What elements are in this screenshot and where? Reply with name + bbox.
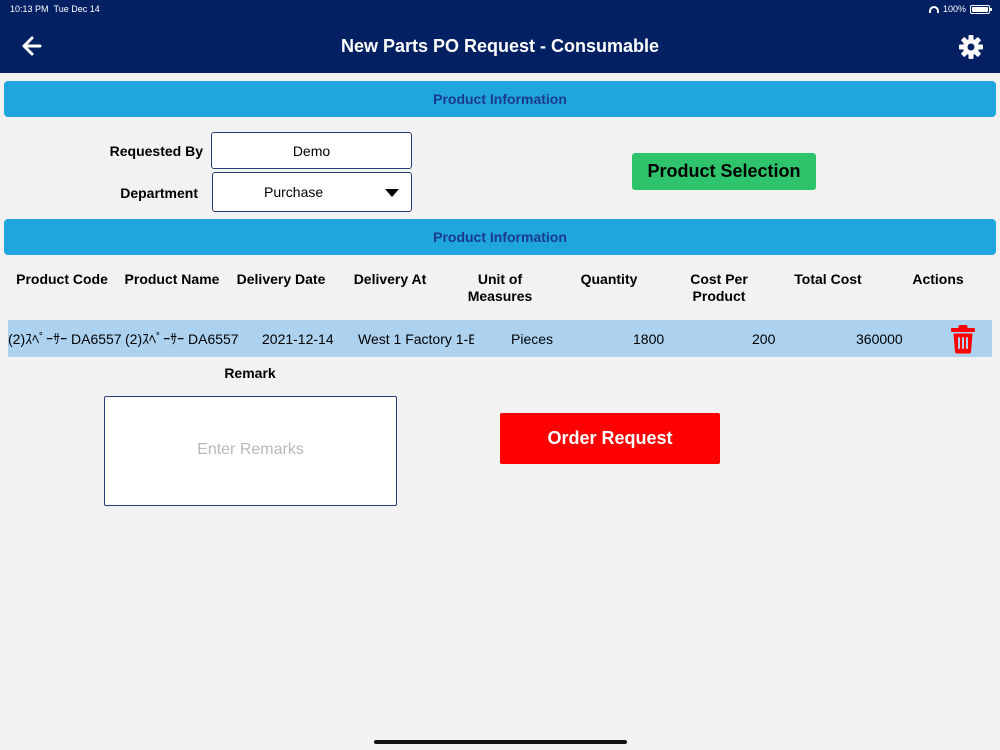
product-list-header: Product Information	[4, 219, 996, 255]
table-row[interactable]: (2)ｽﾍﾟｰｻｰ DA6557 (2)ｽﾍﾟｰｻｰ DA6557 2021-1…	[8, 320, 992, 357]
trash-icon	[951, 325, 975, 354]
requested-by-label: Requested By	[109, 143, 203, 159]
battery-icon	[970, 4, 992, 14]
header-delivery-date: Delivery Date	[236, 271, 326, 287]
battery-percent: 100%	[942, 4, 966, 14]
gear-icon	[959, 35, 983, 59]
header-cost-line2: Product	[692, 288, 746, 304]
order-request-button[interactable]: Order Request	[500, 413, 720, 464]
nav-bar: New Parts PO Request - Consumable	[0, 18, 1000, 73]
department-label: Department	[120, 185, 198, 201]
header-uom-line1: Unit of	[477, 271, 523, 287]
settings-button[interactable]	[958, 34, 984, 60]
header-delivery-at: Delivery At	[353, 271, 427, 287]
header-actions: Actions	[912, 271, 964, 287]
status-bar: 10:13 PM Tue Dec 14 100%	[0, 0, 1000, 18]
remark-label: Remark	[224, 365, 276, 381]
cell-uom: Pieces	[511, 330, 554, 347]
wifi-icon	[928, 5, 939, 13]
cell-delivery-at: West 1 Factory 1-E	[358, 330, 474, 347]
remarks-input[interactable]	[104, 396, 397, 506]
cell-product-name: (2)ｽﾍﾟｰｻｰ DA6557	[125, 330, 239, 347]
cell-total-cost: 360000	[856, 330, 903, 347]
header-quantity: Quantity	[580, 271, 638, 287]
header-product-code: Product Code	[16, 271, 108, 287]
header-cost-line1: Cost Per	[690, 271, 748, 287]
page-title: New Parts PO Request - Consumable	[340, 36, 660, 56]
delete-button[interactable]	[950, 324, 976, 354]
cell-delivery-date: 2021-12-14	[262, 330, 334, 347]
product-info-header: Product Information	[4, 81, 996, 117]
header-cost-per-product: Cost Per Product	[665, 271, 773, 305]
cell-cost-per-product: 200	[752, 330, 776, 347]
requested-by-field[interactable]: Demo	[211, 132, 412, 169]
status-time: 10:13 PM Tue Dec 14	[10, 4, 100, 14]
header-unit-of-measures: Unit of Measures	[446, 271, 554, 305]
chevron-down-icon	[385, 189, 399, 197]
header-product-name: Product Name	[124, 271, 220, 287]
status-indicators: 100%	[928, 4, 992, 14]
home-indicator[interactable]	[374, 740, 627, 744]
cell-quantity: 1800	[633, 330, 665, 347]
department-selected-value: Purchase	[264, 184, 324, 200]
department-dropdown[interactable]: Purchase	[212, 172, 412, 212]
header-uom-line2: Measures	[467, 288, 533, 304]
header-total-cost: Total Cost	[794, 271, 862, 287]
product-selection-button[interactable]: Product Selection	[632, 153, 816, 190]
cell-product-code: (2)ｽﾍﾟｰｻｰ DA6557	[8, 330, 122, 347]
